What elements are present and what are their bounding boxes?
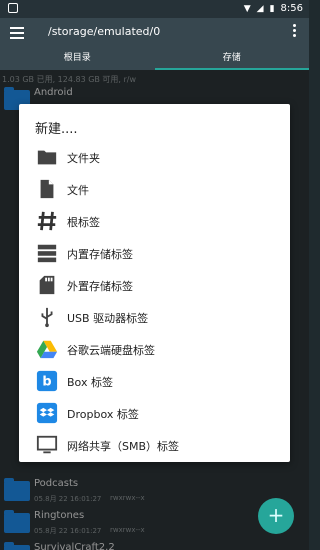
menu-item-label: Dropbox 标签 xyxy=(67,408,139,421)
wifi-icon: ▼ xyxy=(243,3,251,14)
menu-item-label: 外置存储标签 xyxy=(67,280,133,293)
storage-icon xyxy=(37,244,57,263)
box-icon: b xyxy=(36,370,58,392)
tab-bar: 根目录 存储 xyxy=(0,48,309,70)
menu-item-label: USB 驱动器标签 xyxy=(67,312,149,325)
menu-item-label: 内置存储标签 xyxy=(67,248,133,261)
current-path: /storage/emulated/0 xyxy=(48,25,161,38)
menu-icon[interactable] xyxy=(10,27,24,39)
more-options-icon[interactable] xyxy=(293,24,297,39)
menu-item-dropbox-tag[interactable]: Dropbox 标签 xyxy=(19,398,290,428)
menu-item-external-storage-tag[interactable]: 外置存储标签 xyxy=(19,270,290,300)
usb-icon xyxy=(41,307,53,328)
battery-icon: ▮ xyxy=(269,3,275,14)
menu-item-file[interactable]: 文件 xyxy=(19,174,290,204)
menu-item-label: 根标签 xyxy=(67,216,100,229)
menu-item-box-tag[interactable]: b Box 标签 xyxy=(19,366,290,396)
folder-icon xyxy=(37,150,57,165)
menu-item-google-drive-tag[interactable]: 谷歌云端硬盘标签 xyxy=(19,334,290,364)
menu-item-folder[interactable]: 文件夹 xyxy=(19,142,290,172)
menu-item-label: 文件 xyxy=(67,184,89,197)
signal-icon: ◢ xyxy=(256,3,264,14)
svg-text:b: b xyxy=(42,375,51,390)
app-bar: /storage/emulated/0 xyxy=(0,18,309,48)
tab-root[interactable]: 根目录 xyxy=(0,48,155,70)
menu-item-internal-storage-tag[interactable]: 内置存储标签 xyxy=(19,238,290,268)
sd-card-icon xyxy=(39,275,55,295)
clock: 8:56 xyxy=(280,3,303,14)
menu-item-label: 谷歌云端硬盘标签 xyxy=(67,344,155,357)
menu-item-usb-tag[interactable]: USB 驱动器标签 xyxy=(19,302,290,332)
menu-item-smb-tag[interactable]: 网络共享（SMB）标签 xyxy=(19,430,290,460)
google-drive-icon xyxy=(36,340,58,359)
file-icon xyxy=(40,179,54,199)
tab-storage[interactable]: 存储 xyxy=(154,48,309,70)
menu-item-label: 网络共享（SMB）标签 xyxy=(67,440,180,453)
menu-item-label: 文件夹 xyxy=(67,152,100,165)
status-bar: ▼ ◢ ▮ 8:56 xyxy=(0,0,309,18)
dialog-title: 新建.... xyxy=(35,122,78,137)
add-fab-button[interactable]: + xyxy=(258,498,294,534)
dropbox-icon xyxy=(36,402,58,424)
hashtag-icon xyxy=(37,211,57,231)
menu-item-root-tag[interactable]: 根标签 xyxy=(19,206,290,236)
notification-icon xyxy=(8,3,18,13)
menu-item-label: Box 标签 xyxy=(67,376,113,389)
new-item-dialog: 新建.... 文件夹 文件 根标签 内置存储标签 外置存储标签 USB 驱动器标… xyxy=(19,104,290,462)
monitor-icon xyxy=(36,435,58,454)
